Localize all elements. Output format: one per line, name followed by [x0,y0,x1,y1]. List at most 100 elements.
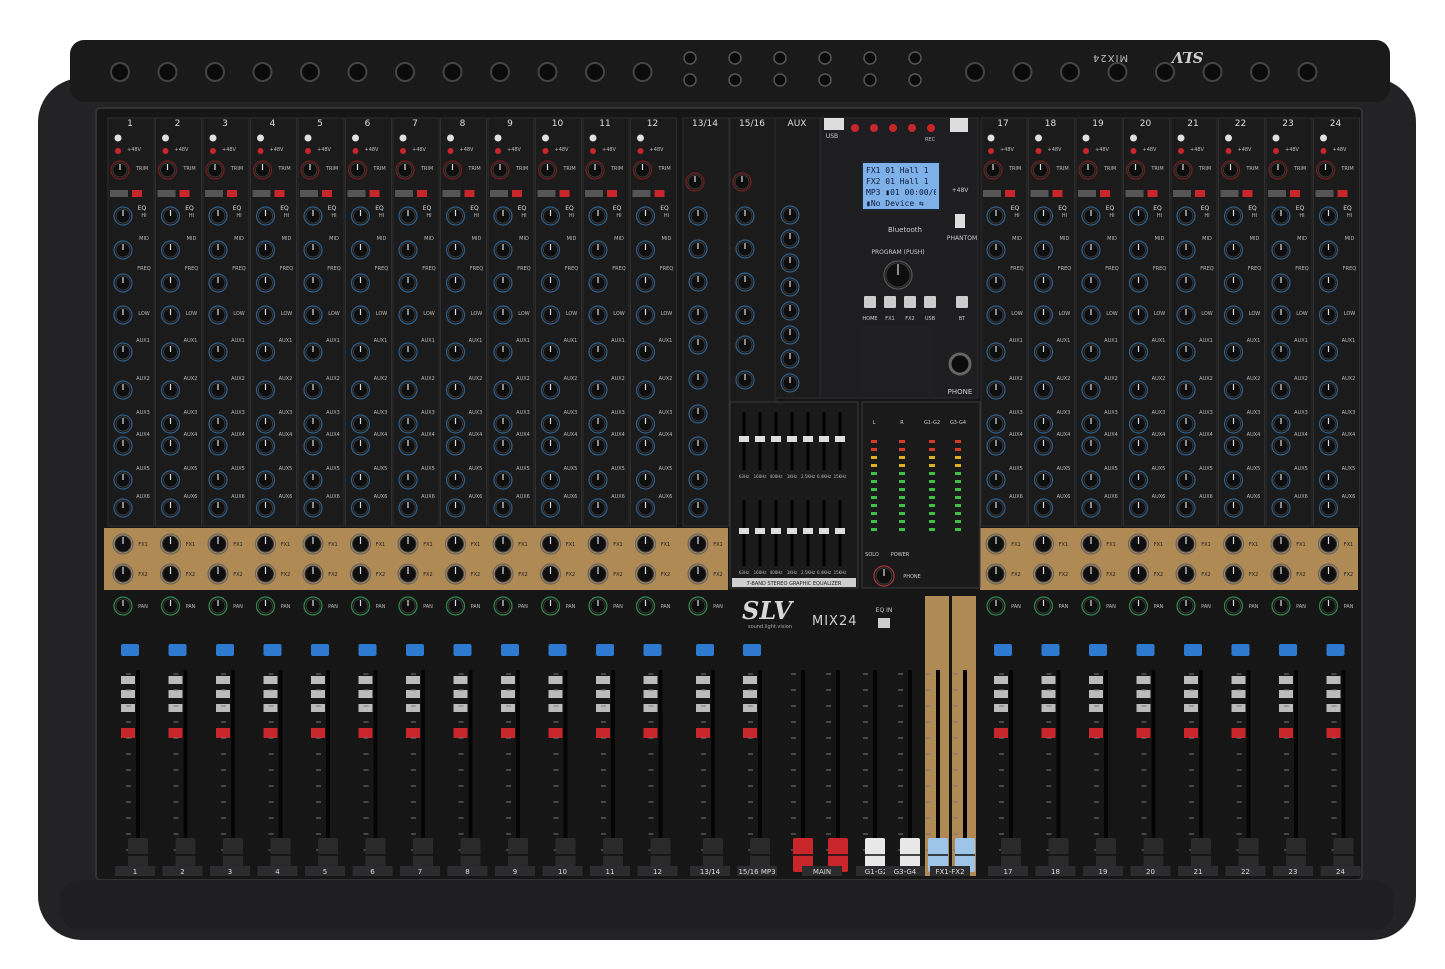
routing-button[interactable] [1279,690,1293,698]
phantom-switch[interactable] [210,148,216,154]
mute-button[interactable] [121,644,139,656]
solo-button[interactable] [743,728,757,738]
phantom-switch[interactable] [988,148,994,154]
eq-in-button[interactable] [878,618,890,628]
usb-b-port[interactable] [950,118,968,132]
routing-button[interactable] [1231,704,1246,712]
mute-button[interactable] [501,644,519,656]
routing-button[interactable] [263,704,278,712]
routing-button[interactable] [1089,676,1103,684]
solo-button[interactable] [548,728,563,738]
mute-button[interactable] [1041,644,1060,656]
routing-button[interactable] [1231,690,1246,698]
routing-button[interactable] [216,704,230,712]
routing-button[interactable] [1041,704,1056,712]
routing-button[interactable] [743,676,757,684]
mute-button[interactable] [696,644,714,656]
solo-button[interactable] [453,728,468,738]
pad-switch[interactable] [1315,190,1334,197]
routing-button[interactable] [994,690,1008,698]
solo-button[interactable] [1089,728,1103,738]
routing-button[interactable] [216,690,230,698]
phantom-switch[interactable] [1178,148,1184,154]
routing-button[interactable] [643,676,658,684]
transport-button[interactable] [889,124,897,132]
geq-slider-upper[interactable] [835,436,845,442]
rear-output-jack[interactable] [908,51,922,65]
mute-button[interactable] [548,644,567,656]
mute-button[interactable] [1326,644,1345,656]
phantom-switch[interactable] [1320,148,1327,154]
media-button-bt[interactable] [956,296,968,308]
routing-button[interactable] [501,704,515,712]
mute-button[interactable] [263,644,282,656]
transport-button[interactable] [870,124,878,132]
geq-slider-lower[interactable] [739,528,749,534]
pad-switch[interactable] [490,190,508,197]
geq-slider-upper[interactable] [739,436,749,442]
phantom-switch[interactable] [115,148,121,154]
geq-slider-lower[interactable] [771,528,781,534]
solo-button[interactable] [1326,728,1341,738]
solo-button[interactable] [311,728,325,738]
pad-switch[interactable] [205,190,223,197]
solo-button[interactable] [263,728,278,738]
routing-button[interactable] [1184,704,1198,712]
routing-button[interactable] [643,690,658,698]
mute-button[interactable] [358,644,377,656]
geq-slider-lower[interactable] [803,528,813,534]
routing-button[interactable] [311,690,325,698]
pad-switch[interactable] [537,190,556,197]
rear-output-jack[interactable] [728,51,742,65]
geq-slider-upper[interactable] [771,436,781,442]
routing-button[interactable] [743,690,757,698]
rear-input-jack[interactable] [1060,62,1080,82]
routing-button[interactable] [596,704,610,712]
routing-button[interactable] [1279,676,1293,684]
routing-button[interactable] [121,676,135,684]
routing-button[interactable] [1279,704,1293,712]
solo-button[interactable] [121,728,135,738]
rear-output-jack[interactable] [773,51,787,65]
solo-button[interactable] [1184,728,1198,738]
rear-input-jack[interactable] [585,62,605,82]
mute-button[interactable] [406,644,424,656]
routing-button[interactable] [453,676,468,684]
routing-button[interactable] [406,704,420,712]
pad-switch[interactable] [1030,190,1049,197]
mute-button[interactable] [994,644,1012,656]
phantom-switch[interactable] [1083,148,1089,154]
geq-slider-upper[interactable] [803,436,813,442]
mute-button[interactable] [643,644,662,656]
phantom-switch[interactable] [352,148,359,154]
rear-input-jack[interactable] [537,62,558,82]
pad-switch[interactable] [347,190,366,197]
phantom-switch[interactable] [637,148,644,154]
routing-button[interactable] [548,690,563,698]
transport-button[interactable] [908,124,916,132]
mute-button[interactable] [453,644,472,656]
routing-button[interactable] [696,690,710,698]
routing-button[interactable] [406,676,420,684]
phantom-switch[interactable] [257,148,264,154]
solo-button[interactable] [406,728,420,738]
pad-switch[interactable] [110,190,128,197]
geq-slider-lower[interactable] [835,528,845,534]
geq-slider-lower[interactable] [755,528,765,534]
rear-output-jack[interactable] [818,51,832,65]
solo-button[interactable] [696,728,710,738]
mute-button[interactable] [311,644,329,656]
pad-switch[interactable] [585,190,603,197]
solo-button[interactable] [216,728,230,738]
rear-input-jack[interactable] [347,62,368,82]
mute-button[interactable] [216,644,234,656]
phantom-switch[interactable] [400,148,406,154]
mute-button[interactable] [1279,644,1297,656]
solo-button[interactable] [358,728,373,738]
rear-input-jack[interactable] [1012,62,1033,82]
rear-input-jack[interactable] [1297,62,1318,82]
solo-button[interactable] [1279,728,1293,738]
routing-button[interactable] [168,704,183,712]
routing-button[interactable] [596,676,610,684]
rear-input-jack[interactable] [157,62,178,82]
